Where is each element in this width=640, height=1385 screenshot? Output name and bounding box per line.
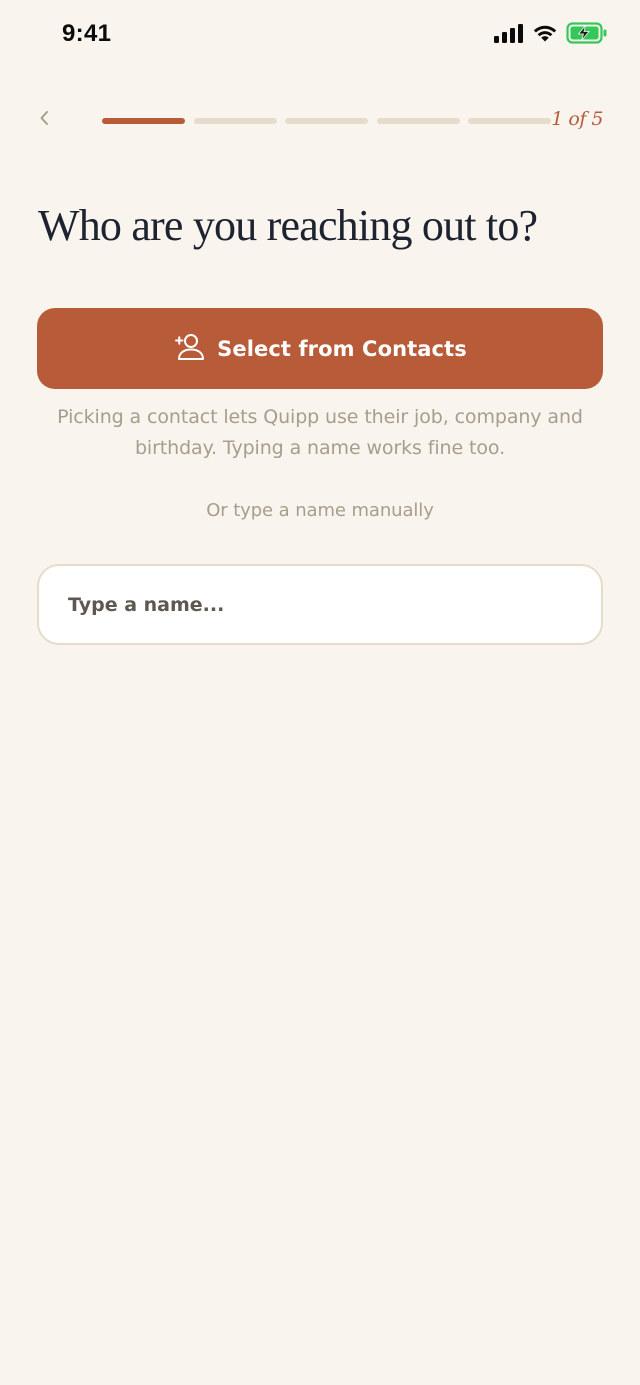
chevron-left-icon — [38, 109, 50, 131]
back-button[interactable] — [30, 102, 58, 138]
page-title: Who are you reaching out to? — [38, 201, 538, 250]
wifi-icon — [532, 23, 558, 47]
onboarding-nav: 1 of 5 — [0, 100, 640, 140]
status-time: 9:41 — [62, 20, 112, 47]
status-bar: 9:41 — [0, 0, 640, 70]
status-icons — [494, 22, 608, 48]
battery-charging-icon — [566, 22, 608, 48]
select-from-contacts-label: Select from Contacts — [217, 336, 467, 361]
contacts-helper-text: Picking a contact lets Quipp use their j… — [57, 406, 583, 459]
progress-segment — [468, 118, 551, 124]
select-from-contacts-button[interactable]: Select from Contacts — [37, 308, 603, 389]
progress-segment — [193, 118, 277, 124]
step-counter: 1 of 5 — [551, 108, 603, 130]
progress-segment — [102, 118, 185, 124]
add-person-icon — [173, 332, 205, 365]
manual-entry-label: Or type a name manually — [206, 500, 434, 521]
progress-segment — [376, 118, 460, 124]
name-input[interactable] — [37, 564, 603, 645]
cellular-signal-icon — [494, 23, 524, 47]
progress-segment — [285, 118, 368, 124]
